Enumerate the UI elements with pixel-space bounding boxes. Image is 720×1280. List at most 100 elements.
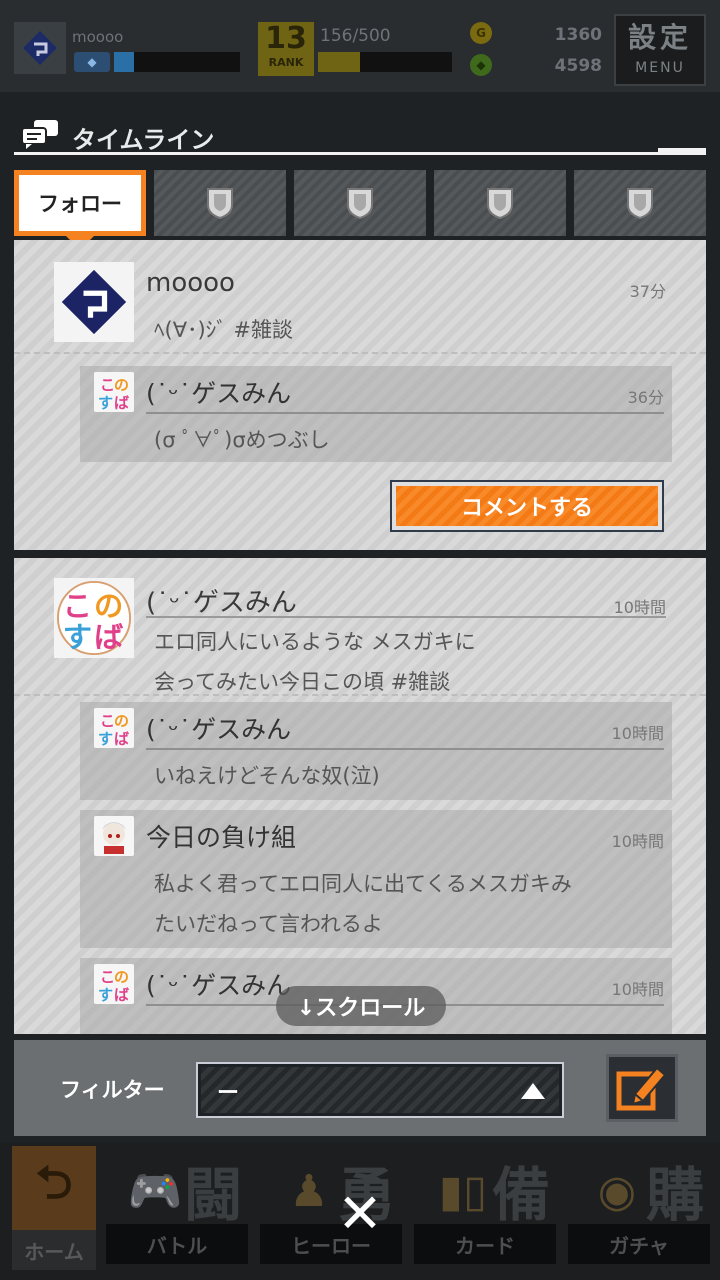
reply-username[interactable]: (˙ᵕ˙ゲスみん [146, 710, 291, 746]
compose-post-button[interactable] [606, 1054, 678, 1122]
nav-card[interactable]: ▮▯ 備 カード [414, 1142, 564, 1280]
svg-text:こ: こ [100, 376, 115, 394]
konosuba-logo-icon: こ の す ば [98, 712, 129, 748]
player-emblem-icon [61, 269, 127, 335]
avatar[interactable]: こ の す ば [94, 964, 134, 1004]
reply-timestamp: 10時間 [611, 980, 664, 999]
post-divider [14, 694, 706, 696]
svg-text:す: す [98, 986, 113, 1004]
tab-guild-4[interactable] [574, 170, 706, 236]
header-divider-accent [658, 148, 706, 152]
rank-number: 13 [265, 21, 307, 56]
shield-icon [207, 188, 233, 220]
reply-text-line: たいだねって言われるよ [154, 912, 383, 936]
svg-text:こ: こ [100, 712, 115, 730]
status-bar: moooo ◆ 13 RANK 156/500 G ◆ 1360 4598 設定… [0, 0, 720, 92]
edit-pencil-icon [616, 1066, 667, 1111]
reply-text-line: 私よく君ってエロ同人に出てくるメスガキみ [154, 872, 572, 896]
svg-text:ば: ば [114, 986, 129, 1004]
avatar[interactable] [54, 262, 134, 342]
svg-text:の: の [94, 589, 123, 623]
stamina-text: 156/500 [320, 26, 391, 46]
tab-guild-3[interactable] [434, 170, 566, 236]
tab-guild-1[interactable] [154, 170, 286, 236]
reply-username[interactable]: (˙ᵕ˙ゲスみん [146, 966, 291, 1002]
svg-text:の: の [114, 968, 129, 986]
timeline-tabs: フォロー [14, 170, 706, 250]
menu-kanji: 設定 [627, 21, 692, 54]
tab-guild-2[interactable] [294, 170, 426, 236]
filter-label: フィルター [60, 1078, 165, 1102]
konosuba-logo-icon: こ の す ば [98, 968, 129, 1004]
comment-button[interactable]: コメントする [390, 480, 664, 532]
svg-text:す: す [98, 730, 113, 748]
player-name: moooo [72, 28, 124, 46]
timeline-title: タイムライン [72, 126, 215, 154]
tab-follow-label: フォロー [38, 192, 122, 216]
svg-text:こ: こ [100, 968, 115, 986]
svg-text:ば: ば [114, 394, 129, 412]
stamina-bar [318, 52, 452, 72]
character-avatar-icon [102, 822, 126, 854]
post-text: エロ同人にいるような メスガキに 会ってみたい今日この頃 #雑談 [154, 622, 476, 702]
nav-battle-label: バトル [106, 1224, 248, 1264]
rank-badge: 13 RANK [258, 22, 314, 76]
post-timestamp: 37分 [629, 282, 666, 301]
nav-card-label: カード [414, 1224, 556, 1264]
chat-bubbles-icon [21, 120, 58, 149]
svg-text:す: す [98, 394, 113, 412]
filter-bar: フィルター ー [14, 1040, 706, 1136]
avatar[interactable] [94, 816, 134, 856]
filter-dropdown[interactable]: ー [196, 1062, 564, 1118]
avatar[interactable]: こ の す ば [54, 578, 134, 658]
avatar[interactable]: こ の す ば [94, 372, 134, 412]
scroll-hint-button[interactable]: ↓スクロール [276, 986, 446, 1026]
post-text-line: エロ同人にいるような メスガキに [154, 630, 476, 654]
gamepad-icon: 🎮 [127, 1166, 183, 1217]
timeline-header: タイムライン [14, 112, 706, 156]
post-text-line: 会ってみたい今日この頃 #雑談 [154, 670, 451, 694]
tab-follow[interactable]: フォロー [14, 170, 146, 236]
timeline-feed[interactable]: moooo 37分 ﾍ(∀･)ｼﾞ #雑談 こ の す ば (˙ᵕ˙ゲスみん 3… [14, 240, 706, 1034]
reply-underline [146, 748, 664, 750]
nav-home-label: ホーム [12, 1230, 96, 1270]
svg-text:こ: こ [63, 589, 92, 623]
gem-amount: 4598 [554, 56, 602, 76]
reply-timestamp: 10時間 [611, 832, 664, 851]
reply-username[interactable]: (˙ᵕ˙ゲスみん [146, 374, 291, 410]
gold-coin-icon: G [470, 22, 492, 44]
nav-card-kanji: 備 [491, 1161, 550, 1229]
post-username[interactable]: moooo [146, 268, 235, 298]
green-gem-icon: ◆ [470, 54, 492, 76]
nav-gacha[interactable]: ◉ 購 ガチャ [568, 1142, 718, 1280]
svg-text:ば: ば [114, 730, 129, 748]
player-badge-icon: ◆ [74, 52, 110, 72]
filter-value: ー [217, 1081, 240, 1106]
nav-gacha-label: ガチャ [568, 1224, 710, 1264]
avatar[interactable]: こ の す ば [94, 708, 134, 748]
menu-label: MENU [635, 60, 685, 76]
timeline-post: こ の す ば (˙ᵕ˙ゲスみん 10時間 エロ同人にいるような メスガキに 会… [14, 558, 706, 1034]
konosuba-logo-icon: こ の す ば [56, 580, 132, 656]
rank-label: RANK [268, 56, 304, 69]
settings-menu-button[interactable]: 設定 MENU [614, 14, 706, 86]
timeline-post: moooo 37分 ﾍ(∀･)ｼﾞ #雑談 こ の す ば (˙ᵕ˙ゲスみん 3… [14, 240, 706, 550]
username-underline [146, 616, 666, 618]
player-avatar[interactable] [14, 22, 66, 74]
caret-up-icon [521, 1083, 545, 1099]
close-button[interactable]: ✕ [332, 1186, 388, 1242]
post-timestamp: 10時間 [613, 598, 666, 617]
reply-text: いねえけどそんな奴(泣) [154, 764, 380, 788]
post-username[interactable]: (˙ᵕ˙ゲスみん [146, 582, 297, 619]
shield-icon [487, 188, 513, 220]
svg-text:す: す [63, 620, 92, 654]
gold-amount: 1360 [554, 25, 602, 45]
reply-underline [146, 412, 664, 414]
reply-timestamp: 10時間 [611, 724, 664, 743]
comment-button-label: コメントする [396, 486, 658, 526]
reply-item: こ の す ば (˙ᵕ˙ゲスみん 10時間 いねえけどそんな奴(泣) [80, 702, 672, 800]
shield-icon [347, 188, 373, 220]
nav-battle[interactable]: 🎮 闘 バトル [106, 1142, 256, 1280]
reply-text: 私よく君ってエロ同人に出てくるメスガキみ たいだねって言われるよ [154, 864, 572, 944]
reply-username[interactable]: 今日の負け組 [146, 818, 296, 854]
